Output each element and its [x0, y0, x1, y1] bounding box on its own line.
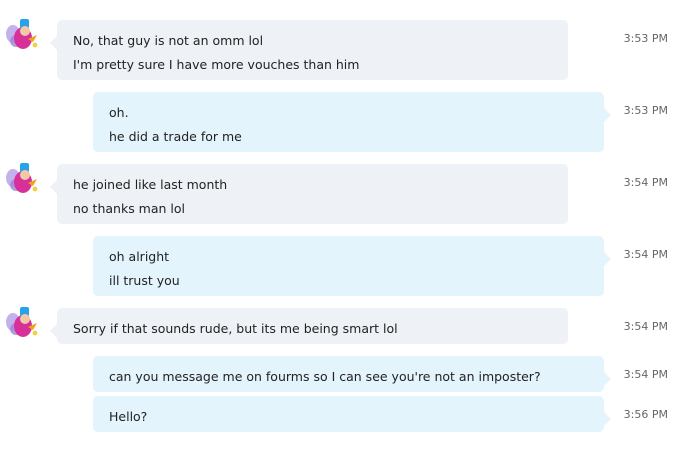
message-timestamp: 3:56 PM: [623, 408, 668, 421]
message-bubble-outgoing[interactable]: oh alright ill trust you: [93, 236, 611, 296]
contact-avatar[interactable]: [4, 17, 40, 53]
fairy-avatar-icon: [6, 307, 38, 337]
message-timestamp: 3:53 PM: [623, 32, 668, 45]
message-timestamp: 3:54 PM: [623, 248, 668, 261]
message-bubble-outgoing[interactable]: can you message me on fourms so I can se…: [93, 356, 611, 392]
message-bubble-incoming[interactable]: Sorry if that sounds rude, but its me be…: [50, 308, 568, 344]
message-text: he joined like last month: [73, 177, 228, 192]
chat-message-list[interactable]: No, that guy is not an omm lol I'm prett…: [0, 0, 681, 456]
message-bubble-outgoing[interactable]: oh. he did a trade for me: [93, 92, 611, 152]
message-bubble-incoming[interactable]: he joined like last month no thanks man …: [50, 164, 568, 224]
message-text: no thanks man lol: [73, 201, 185, 216]
message-text: oh.: [109, 105, 129, 120]
message-timestamp: 3:54 PM: [623, 176, 668, 189]
message-text: I'm pretty sure I have more vouches than…: [73, 57, 360, 72]
message-text: oh alright: [109, 249, 170, 264]
message-timestamp: 3:54 PM: [623, 368, 668, 381]
fairy-avatar-icon: [6, 163, 38, 193]
contact-avatar[interactable]: [4, 161, 40, 197]
message-text: can you message me on fourms so I can se…: [109, 369, 541, 384]
message-text: Hello?: [109, 409, 148, 424]
fairy-avatar-icon: [6, 19, 38, 49]
message-text: No, that guy is not an omm lol: [73, 33, 264, 48]
message-bubble-incoming[interactable]: No, that guy is not an omm lol I'm prett…: [50, 20, 568, 80]
message-text: he did a trade for me: [109, 129, 242, 144]
message-bubble-outgoing[interactable]: Hello?: [93, 396, 611, 432]
message-timestamp: 3:53 PM: [623, 104, 668, 117]
message-timestamp: 3:54 PM: [623, 320, 668, 333]
message-text: ill trust you: [109, 273, 180, 288]
contact-avatar[interactable]: [4, 305, 40, 341]
message-text: Sorry if that sounds rude, but its me be…: [73, 321, 398, 336]
